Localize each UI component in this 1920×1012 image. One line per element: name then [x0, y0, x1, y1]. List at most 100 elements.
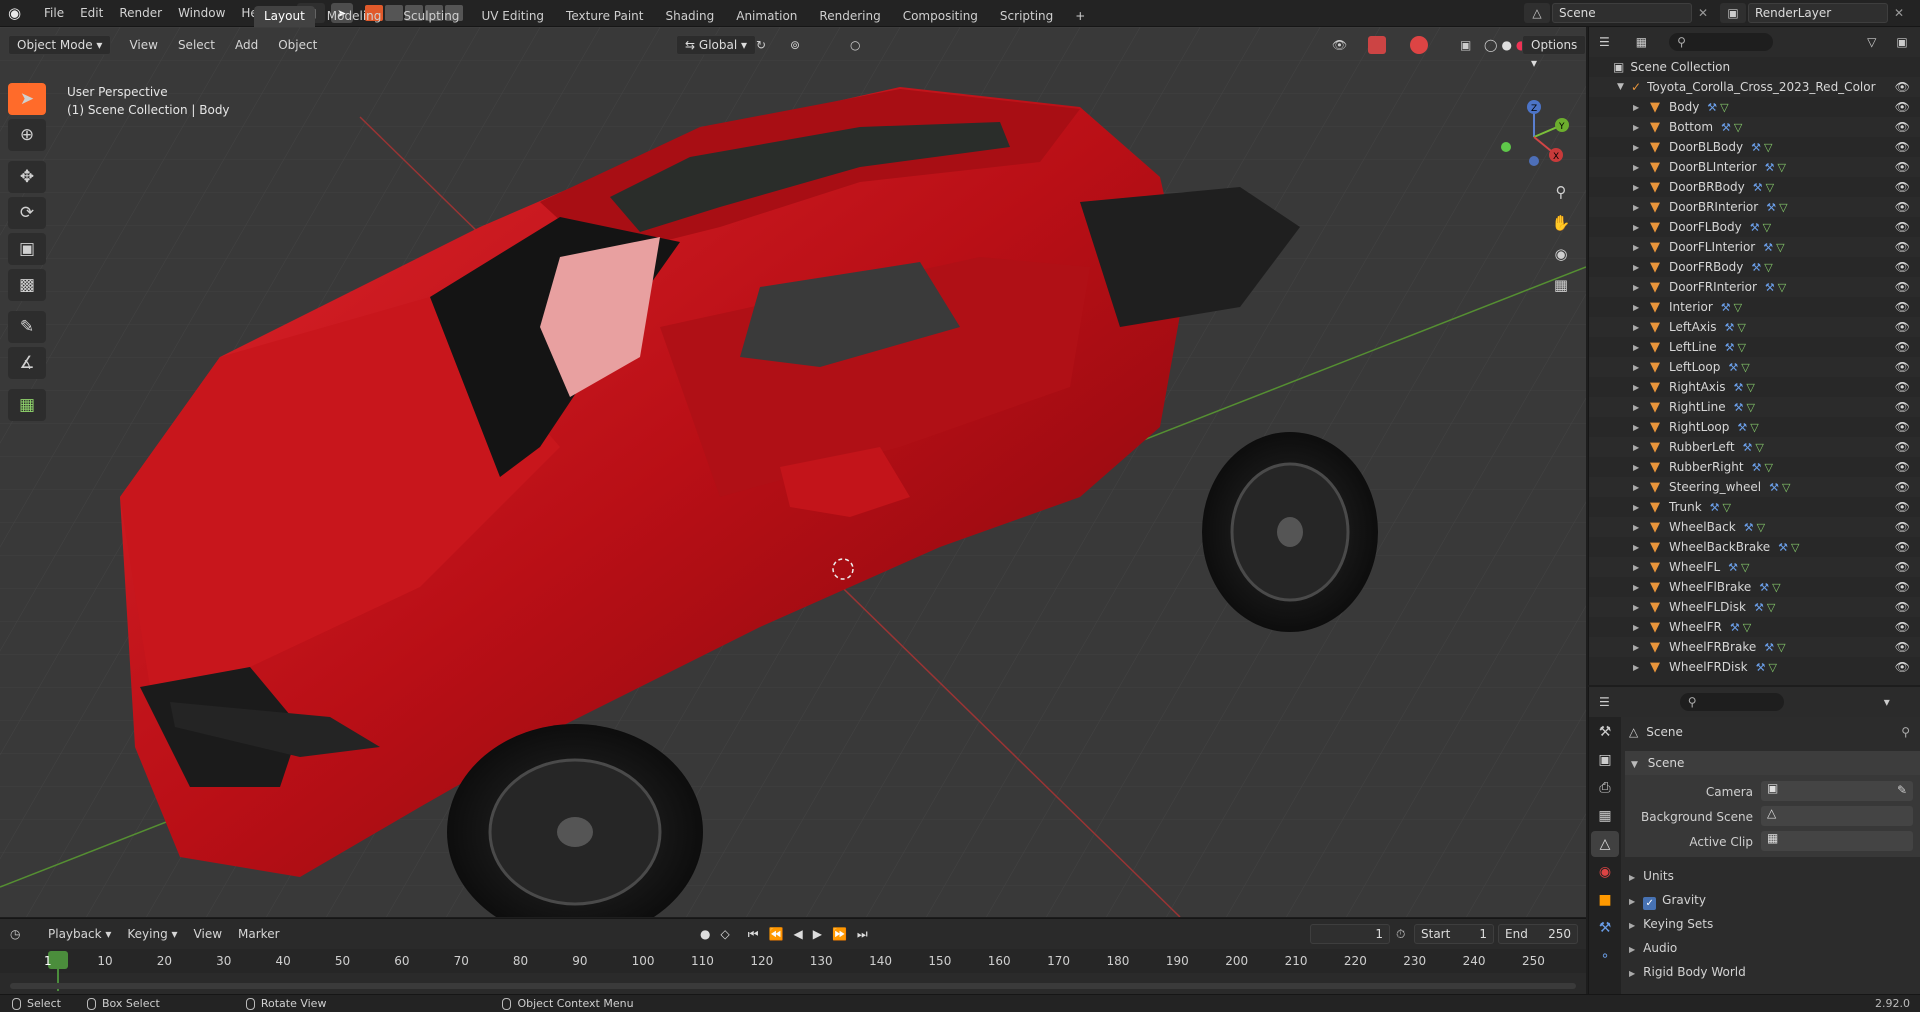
pivot-point-icon[interactable]: ↻ — [756, 38, 766, 52]
visibility-eye-icon[interactable]: 👁 — [1895, 400, 1910, 414]
camera-view-icon[interactable]: ◉ — [1548, 241, 1574, 267]
expand-row-icon[interactable]: ▶ — [1633, 403, 1647, 412]
outliner-row[interactable]: ▶ ▼ RubberLeft ⚒ ▽ 👁 — [1589, 437, 1920, 457]
expand-row-icon[interactable]: ▶ — [1633, 263, 1647, 272]
modifier-wrench-icon[interactable]: ⚒ — [1721, 121, 1731, 134]
mesh-data-icon[interactable]: ▽ — [1764, 141, 1772, 154]
jump-end-icon[interactable]: ⏭ — [857, 927, 868, 942]
expand-row-icon[interactable]: ▶ — [1633, 483, 1647, 492]
expand-row-icon[interactable]: ▶ — [1633, 343, 1647, 352]
mesh-data-icon[interactable]: ▽ — [1757, 521, 1765, 534]
collection-row[interactable]: ▼ ✓ Toyota_Corolla_Cross_2023_Red_Color … — [1589, 77, 1920, 97]
select-box-tool-icon[interactable]: ➤ — [8, 83, 46, 115]
outliner-row[interactable]: ▶ ▼ LeftLoop ⚒ ▽ 👁 — [1589, 357, 1920, 377]
scene-panel-header[interactable]: ▼ Scene — [1625, 751, 1920, 775]
outliner-row[interactable]: ▶ ▼ WheelBack ⚒ ▽ 👁 — [1589, 517, 1920, 537]
add-workspace-button[interactable]: + — [1065, 6, 1095, 27]
modifier-wrench-icon[interactable]: ⚒ — [1730, 621, 1740, 634]
expand-row-icon[interactable]: ▶ — [1633, 623, 1647, 632]
scene-tab-icon[interactable]: △ — [1591, 831, 1619, 857]
expand-row-icon[interactable]: ▶ — [1633, 243, 1647, 252]
modifier-wrench-icon[interactable]: ⚒ — [1752, 461, 1762, 474]
outliner-row[interactable]: ▶ ▼ WheelFL ⚒ ▽ 👁 — [1589, 557, 1920, 577]
visibility-eye-icon[interactable]: 👁 — [1895, 420, 1910, 434]
modifier-wrench-icon[interactable]: ⚒ — [1751, 141, 1761, 154]
expand-row-icon[interactable]: ▶ — [1633, 303, 1647, 312]
outliner-row[interactable]: ▶ ▼ DoorFLBody ⚒ ▽ 👁 — [1589, 217, 1920, 237]
visibility-eye-icon[interactable]: 👁 — [1895, 180, 1910, 194]
outliner-row[interactable]: ▶ ▼ WheelFLDisk ⚒ ▽ 👁 — [1589, 597, 1920, 617]
tool-tab-icon[interactable]: ⚒ — [1591, 719, 1619, 745]
mesh-data-icon[interactable]: ▽ — [1777, 641, 1785, 654]
visibility-eye-icon[interactable]: 👁 — [1895, 160, 1910, 174]
options-dropdown[interactable]: Options ▾ — [1522, 35, 1586, 70]
workspace-tab-modeling[interactable]: Modeling — [317, 6, 392, 27]
modifier-wrench-icon[interactable]: ⚒ — [1707, 101, 1717, 114]
mesh-data-icon[interactable]: ▽ — [1746, 381, 1754, 394]
mesh-data-icon[interactable]: ▽ — [1782, 481, 1790, 494]
measure-tool-icon[interactable]: ∡ — [8, 347, 46, 379]
outliner-row[interactable]: ▶ ▼ Bottom ⚒ ▽ 👁 — [1589, 117, 1920, 137]
proportional-editing-icon[interactable]: ○ — [850, 38, 860, 52]
visibility-eye-icon[interactable]: 👁 — [1895, 520, 1910, 534]
workspace-tab-compositing[interactable]: Compositing — [893, 6, 988, 27]
wireframe-shading-icon[interactable]: ◯ — [1484, 38, 1497, 52]
add-cube-tool-icon[interactable]: ▦ — [8, 389, 46, 421]
mesh-data-icon[interactable]: ▽ — [1737, 341, 1745, 354]
pin-icon[interactable]: ⚲ — [1901, 725, 1910, 739]
modifier-wrench-icon[interactable]: ⚒ — [1753, 181, 1763, 194]
menu-file[interactable]: File — [36, 0, 72, 27]
visibility-eye-icon[interactable]: 👁 — [1895, 340, 1910, 354]
modifier-wrench-icon[interactable]: ⚒ — [1754, 601, 1764, 614]
properties-search-input[interactable]: ⚲ — [1679, 693, 1784, 711]
output-tab-icon[interactable]: ⎙ — [1591, 775, 1619, 801]
outliner-filter-icon[interactable]: ▦ — [1636, 35, 1647, 49]
expand-row-icon[interactable]: ▶ — [1633, 423, 1647, 432]
mesh-data-icon[interactable]: ▽ — [1755, 441, 1763, 454]
visibility-eye-icon[interactable]: 👁 — [1895, 140, 1910, 154]
outliner-row[interactable]: ▶ ▼ WheelFlBrake ⚒ ▽ 👁 — [1589, 577, 1920, 597]
visibility-eye-icon[interactable]: 👁 — [1895, 280, 1910, 294]
mesh-data-icon[interactable]: ▽ — [1746, 401, 1754, 414]
outliner-search-input[interactable]: ⚲ — [1669, 33, 1774, 51]
scene-selector[interactable]: △ Scene ✕ — [1524, 3, 1708, 23]
properties-options-icon[interactable]: ▾ — [1884, 695, 1890, 709]
expand-row-icon[interactable]: ▶ — [1633, 643, 1647, 652]
expand-row-icon[interactable]: ▶ — [1633, 103, 1647, 112]
outliner-row[interactable]: ▶ ▼ RightLoop ⚒ ▽ 👁 — [1589, 417, 1920, 437]
subpanel-units[interactable]: ▶ Units — [1629, 865, 1919, 887]
outliner-row[interactable]: ▶ ▼ LeftLine ⚒ ▽ 👁 — [1589, 337, 1920, 357]
rotate-tool-icon[interactable]: ⟳ — [8, 197, 46, 229]
modifier-wrench-icon[interactable]: ⚒ — [1750, 221, 1760, 234]
visibility-eye-icon[interactable]: 👁 — [1895, 380, 1910, 394]
expand-row-icon[interactable]: ▶ — [1633, 383, 1647, 392]
modifier-wrench-icon[interactable]: ⚒ — [1721, 301, 1731, 314]
expand-row-icon[interactable]: ▶ — [1633, 223, 1647, 232]
visibility-eye-icon[interactable]: 👁 — [1895, 480, 1910, 494]
play-icon[interactable]: ▶ — [813, 927, 822, 942]
modifier-wrench-icon[interactable]: ⚒ — [1766, 201, 1776, 214]
visibility-eye-icon[interactable]: 👁 — [1895, 120, 1910, 134]
snap-icon[interactable]: ⊚ — [790, 38, 800, 52]
modifier-wrench-icon[interactable]: ⚒ — [1724, 321, 1734, 334]
object-tab-icon[interactable]: ■ — [1591, 887, 1619, 913]
expand-row-icon[interactable]: ▶ — [1633, 283, 1647, 292]
view-layer-tab-icon[interactable]: ▦ — [1591, 803, 1619, 829]
modifier-wrench-icon[interactable]: ⚒ — [1764, 641, 1774, 654]
subpanel-rigid-body-world[interactable]: ▶ Rigid Body World — [1629, 961, 1919, 983]
viewport-menu-add[interactable]: Add — [225, 38, 268, 52]
viewport-menu-select[interactable]: Select — [168, 38, 225, 52]
mesh-data-icon[interactable]: ▽ — [1750, 421, 1758, 434]
mesh-data-icon[interactable]: ▽ — [1772, 581, 1780, 594]
modifier-wrench-icon[interactable]: ⚒ — [1765, 281, 1775, 294]
viewport-scene[interactable] — [0, 27, 1586, 917]
visibility-eye-icon[interactable]: 👁 — [1895, 500, 1910, 514]
camera-field[interactable]: ▣ ✎ — [1761, 781, 1913, 801]
transform-orientation-dropdown[interactable]: ⇆ Global ▾ — [676, 35, 757, 55]
move-tool-icon[interactable]: ✥ — [8, 161, 46, 193]
outliner-row[interactable]: ▶ ▼ RightLine ⚒ ▽ 👁 — [1589, 397, 1920, 417]
expand-row-icon[interactable]: ▶ — [1633, 183, 1647, 192]
workspace-tab-texture-paint[interactable]: Texture Paint — [556, 6, 653, 27]
visibility-eye-icon[interactable]: 👁 — [1895, 580, 1910, 594]
workspace-tab-sculpting[interactable]: Sculpting — [393, 6, 469, 27]
